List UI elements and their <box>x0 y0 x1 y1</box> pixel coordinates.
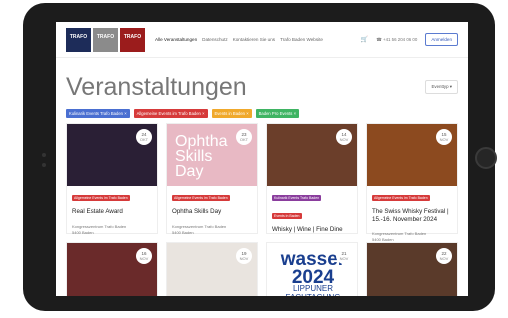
page-title: Veranstaltungen <box>66 72 247 101</box>
close-icon[interactable]: × <box>294 111 296 116</box>
event-image-text: Ophtha Skills Day <box>175 133 228 180</box>
event-date-badge: 15 NOV <box>436 129 452 145</box>
menu-item-contact[interactable]: Kontaktieren Sie uns <box>233 37 275 42</box>
event-grid: 24 OKT Allgemeine Events im Trafo Baden R… <box>56 123 468 253</box>
event-title[interactable]: Real Estate Award <box>72 208 152 216</box>
home-button[interactable] <box>475 147 497 169</box>
phone-icon: ☎ <box>376 36 382 42</box>
event-date-badge: 24 OKT <box>136 129 152 145</box>
sensor-dot <box>42 163 46 167</box>
chip-label: Events in Baden <box>214 111 246 116</box>
chip-label: Baden Pro Events <box>258 111 293 116</box>
title-row: Veranstaltungen Eventtyp ▾ <box>56 72 468 102</box>
close-icon[interactable]: × <box>124 111 126 116</box>
menu-item-all-events[interactable]: Alle Veranstaltungen <box>155 37 197 42</box>
event-month: NOV <box>439 256 449 261</box>
event-card[interactable]: wasser 2024 LIPPUNER FACHTAGUNG 21NOV <box>266 242 358 296</box>
event-image[interactable]: 15 NOV <box>367 124 457 186</box>
event-venue: Kongresszentrum Trafo Baden5400 Baden <box>172 224 252 236</box>
logo-part: TRAFO <box>93 27 118 52</box>
chip-label: Kulinarik Events Trafo Baden <box>69 111 124 116</box>
event-venue: Kongresszentrum Trafo Baden5400 Baden <box>72 224 152 236</box>
main-menu: Alle Veranstaltungen Datenschutz Kontakt… <box>155 37 323 42</box>
event-grid-row-2: 16NOV 19NOV wasser 2024 LIPPUNER FACHTAG… <box>56 242 468 296</box>
top-nav: TRAFO TRAFO TRAFO Alle Veranstaltungen D… <box>56 22 468 58</box>
phone-text: +41 56 204 06 00 <box>383 36 418 42</box>
event-date-badge: 14 NOV <box>336 129 352 145</box>
filter-chip[interactable]: Events in Baden × <box>211 109 252 118</box>
menu-item-website[interactable]: Trafo Baden Website <box>280 37 323 42</box>
event-type-dropdown[interactable]: Eventtyp ▾ <box>425 80 458 94</box>
event-title[interactable]: Whisky | Wine | Fine Dine <box>272 226 352 234</box>
event-card[interactable]: 14 NOV Kulinarik Events Trafo Baden Event… <box>266 123 358 253</box>
login-button[interactable]: Anmelden <box>425 33 458 46</box>
event-card[interactable]: 24 OKT Allgemeine Events im Trafo Baden R… <box>66 123 158 236</box>
event-image[interactable]: wasser 2024 LIPPUNER FACHTAGUNG 21NOV <box>267 243 357 296</box>
event-category-badge: Allgemeine Events im Trafo Baden <box>372 195 430 201</box>
venue-name: Kongresszentrum Trafo Baden <box>172 223 227 229</box>
cart-icon[interactable]: 🛒 <box>361 36 368 43</box>
event-month: NOV <box>139 256 149 261</box>
event-month: NOV <box>339 256 349 261</box>
event-category-badge: Allgemeine Events im Trafo Baden <box>72 195 130 201</box>
event-date-badge: 23 OKT <box>236 129 252 145</box>
event-image[interactable]: 19 NOV <box>167 243 257 296</box>
event-category-badge: Events in Baden <box>272 213 302 219</box>
event-category-badge: Allgemeine Events im Trafo Baden <box>172 195 230 201</box>
event-month: OKT <box>239 137 249 142</box>
event-month: NOV <box>339 137 349 142</box>
event-date-badge: 19 NOV <box>236 248 252 264</box>
event-card[interactable]: Ophtha Skills Day 23 OKT Allgemeine Event… <box>166 123 258 236</box>
event-date-badge: 21 NOV <box>336 248 352 264</box>
event-image[interactable]: 14 NOV <box>267 124 357 186</box>
event-image[interactable]: Ophtha Skills Day 23 OKT <box>167 124 257 186</box>
event-card[interactable]: 22 NOV <box>366 242 458 296</box>
event-month: OKT <box>139 137 149 142</box>
event-card[interactable]: 19 NOV <box>166 242 258 296</box>
event-date-badge: 16 NOV <box>136 248 152 264</box>
event-category-badge: Kulinarik Events Trafo Baden <box>272 195 322 201</box>
venue-name: Kongresszentrum Trafo Baden <box>372 231 427 236</box>
camera-dot <box>42 153 46 157</box>
event-image[interactable]: 16 NOV <box>67 243 157 296</box>
venue-name: Kongresszentrum Trafo Baden <box>72 223 127 229</box>
trafo-logo[interactable]: TRAFO TRAFO TRAFO <box>66 27 145 52</box>
browser-screen: TRAFO TRAFO TRAFO Alle Veranstaltungen D… <box>56 22 468 296</box>
chevron-down-icon: ▾ <box>449 84 452 89</box>
event-month: NOV <box>239 256 249 261</box>
logo-part: TRAFO <box>66 27 91 52</box>
event-type-label: Eventtyp <box>431 84 449 89</box>
event-image[interactable]: 22 NOV <box>367 243 457 296</box>
phone-number[interactable]: ☎ +41 56 204 06 00 <box>376 37 417 43</box>
filter-chips: Kulinarik Events Trafo Baden × Allgemein… <box>56 109 468 118</box>
menu-item-privacy[interactable]: Datenschutz <box>202 37 228 42</box>
event-month: NOV <box>439 137 449 142</box>
logo-part: TRAFO <box>120 27 145 52</box>
nav-right: 🛒 ☎ +41 56 204 06 00 Anmelden <box>361 33 458 46</box>
venue-city: 5400 Baden <box>72 229 94 235</box>
close-icon[interactable]: × <box>246 111 248 116</box>
event-title[interactable]: Ophtha Skills Day <box>172 208 252 216</box>
filter-chip[interactable]: Kulinarik Events Trafo Baden × <box>66 109 130 118</box>
close-icon[interactable]: × <box>202 111 204 116</box>
event-image[interactable]: 24 OKT <box>67 124 157 186</box>
event-date-badge: 22 NOV <box>436 248 452 264</box>
chip-label: Allgemeine Events im Trafo Baden <box>136 111 201 116</box>
event-card[interactable]: 15 NOV Allgemeine Events im Trafo Baden T… <box>366 123 458 242</box>
event-card[interactable]: 16 NOV <box>66 242 158 296</box>
event-image-subtext: LIPPUNER FACHTAGUNG <box>286 284 341 296</box>
filter-chip[interactable]: Baden Pro Events × <box>255 109 300 118</box>
venue-city: 5400 Baden <box>172 229 194 235</box>
filter-chip[interactable]: Allgemeine Events im Trafo Baden × <box>133 109 208 118</box>
event-title[interactable]: The Swiss Whisky Festival | 15.-16. Nove… <box>372 208 452 223</box>
